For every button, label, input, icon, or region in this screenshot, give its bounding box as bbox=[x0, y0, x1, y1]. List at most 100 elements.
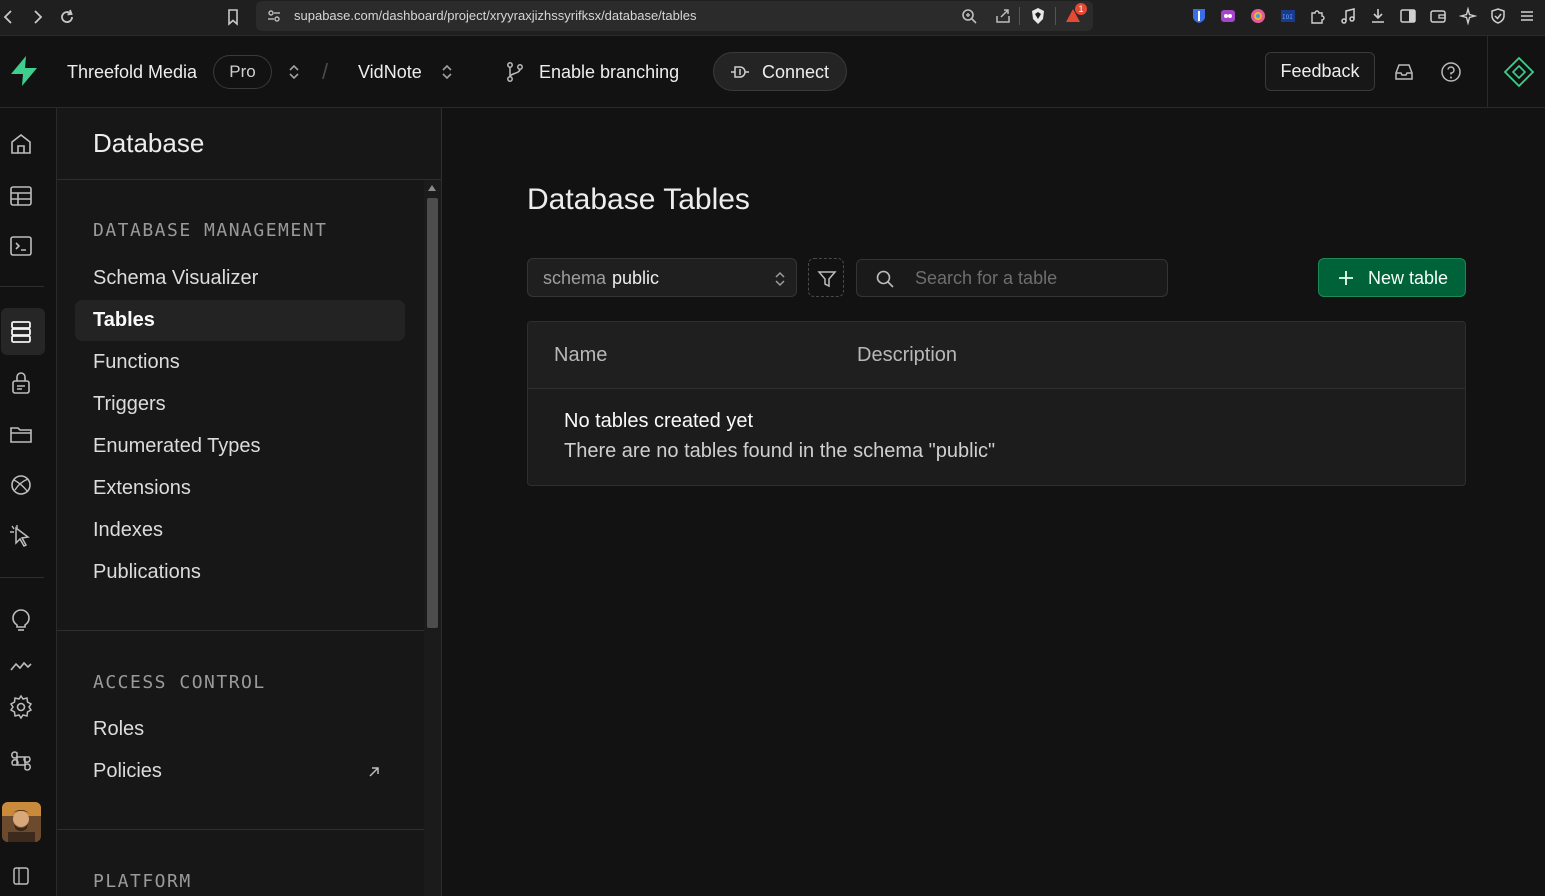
sidebar-item-tables[interactable]: Tables bbox=[75, 300, 405, 341]
sidebar-scrollbar[interactable] bbox=[424, 180, 441, 896]
sidebar-toggle-icon[interactable] bbox=[10, 865, 32, 887]
sidebar-item-label: Functions bbox=[93, 351, 180, 373]
sql-editor-icon[interactable] bbox=[8, 233, 34, 259]
bookmark-icon[interactable] bbox=[224, 8, 242, 26]
new-table-label: New table bbox=[1368, 268, 1449, 288]
search-input[interactable] bbox=[915, 265, 1155, 291]
url-text[interactable]: supabase.com/dashboard/project/xryyraxji… bbox=[294, 8, 696, 23]
leo-ai-icon[interactable] bbox=[1459, 7, 1477, 25]
browser-toolbar: supabase.com/dashboard/project/xryyraxji… bbox=[0, 0, 1545, 36]
download-icon[interactable] bbox=[1369, 7, 1387, 25]
app-header: Threefold Media Pro / VidNote Enable bra… bbox=[0, 36, 1545, 108]
search-field[interactable] bbox=[856, 259, 1168, 297]
section-label-database-management: DATABASE MANAGEMENT bbox=[93, 220, 328, 241]
database-icon[interactable] bbox=[8, 319, 34, 345]
home-icon[interactable] bbox=[8, 131, 34, 157]
sidebar-item-extensions[interactable]: Extensions bbox=[75, 468, 405, 509]
sidebar-header-divider bbox=[57, 179, 442, 180]
help-icon[interactable] bbox=[1440, 61, 1462, 83]
column-header-description: Description bbox=[857, 344, 958, 366]
storage-icon[interactable] bbox=[8, 421, 34, 447]
sidebar-item-label: Schema Visualizer bbox=[93, 267, 259, 289]
edge-functions-icon[interactable] bbox=[8, 523, 34, 549]
sidebar-item-label: Tables bbox=[93, 309, 155, 331]
scroll-up-arrow-icon[interactable] bbox=[428, 185, 436, 191]
sidebar-item-enumerated-types[interactable]: Enumerated Types bbox=[75, 426, 405, 467]
database-sidebar: Database DATABASE MANAGEMENT Schema Visu… bbox=[57, 108, 442, 896]
sidebar-section-divider bbox=[57, 630, 424, 631]
back-icon[interactable] bbox=[0, 8, 18, 26]
table-header: Name Description bbox=[528, 322, 1465, 389]
sidebar-scrollbar-thumb[interactable] bbox=[427, 198, 438, 628]
share-icon[interactable] bbox=[994, 7, 1012, 25]
table-editor-icon[interactable] bbox=[8, 183, 34, 209]
rail-divider bbox=[0, 286, 44, 287]
search-icon bbox=[876, 270, 894, 288]
plan-badge: Pro bbox=[213, 55, 272, 89]
org-name[interactable]: Threefold Media bbox=[67, 62, 197, 83]
zoom-icon[interactable] bbox=[960, 7, 978, 25]
feedback-button[interactable]: Feedback bbox=[1265, 52, 1375, 91]
sidebar-item-triggers[interactable]: Triggers bbox=[75, 384, 405, 425]
sidebar-panel-icon[interactable] bbox=[1399, 7, 1417, 25]
site-settings-icon[interactable] bbox=[266, 8, 282, 24]
schema-selector[interactable]: schema public bbox=[527, 258, 797, 297]
icon-rail bbox=[0, 108, 57, 896]
filter-icon bbox=[817, 271, 837, 288]
bitwarden-icon[interactable] bbox=[1190, 7, 1208, 25]
settings-icon[interactable] bbox=[8, 694, 34, 720]
menu-icon[interactable] bbox=[1518, 7, 1536, 25]
assistant-diamond-icon[interactable] bbox=[1503, 56, 1535, 88]
sidebar-item-schema-visualizer[interactable]: Schema Visualizer bbox=[75, 258, 405, 299]
main-content: Database Tables schema public New table … bbox=[443, 108, 1545, 896]
supabase-logo-icon[interactable] bbox=[7, 54, 41, 88]
enable-branching-button[interactable]: Enable branching bbox=[539, 62, 679, 83]
plug-icon bbox=[731, 66, 749, 78]
sidebar-item-functions[interactable]: Functions bbox=[75, 342, 405, 383]
advisors-icon[interactable] bbox=[8, 608, 34, 634]
wallet-icon[interactable] bbox=[1429, 7, 1447, 25]
reports-icon[interactable] bbox=[8, 653, 34, 679]
command-icon[interactable] bbox=[8, 748, 34, 774]
music-icon[interactable] bbox=[1339, 7, 1357, 25]
sidebar-item-publications[interactable]: Publications bbox=[75, 552, 405, 593]
sidebar-item-indexes[interactable]: Indexes bbox=[75, 510, 405, 551]
connect-button[interactable]: Connect bbox=[713, 52, 847, 91]
auth-icon[interactable] bbox=[8, 370, 34, 396]
realtime-icon[interactable] bbox=[8, 472, 34, 498]
inbox-icon[interactable] bbox=[1393, 61, 1415, 83]
rail-divider bbox=[0, 577, 44, 578]
reload-icon[interactable] bbox=[58, 8, 76, 26]
address-bar[interactable]: supabase.com/dashboard/project/xryyraxji… bbox=[256, 1, 1093, 31]
extensions-puzzle-icon[interactable] bbox=[1308, 7, 1326, 25]
column-header-name: Name bbox=[554, 344, 608, 366]
page-title: Database Tables bbox=[527, 183, 750, 216]
filter-button[interactable] bbox=[808, 258, 844, 297]
extension-icon[interactable]: IOI bbox=[1279, 7, 1297, 25]
external-link-icon bbox=[369, 767, 379, 777]
sidebar-title: Database bbox=[93, 128, 205, 158]
sidebar-item-label: Indexes bbox=[93, 519, 164, 541]
url-divider bbox=[1019, 7, 1020, 25]
empty-state-description: There are no tables found in the schema … bbox=[564, 440, 996, 462]
sidebar-section-divider bbox=[57, 829, 424, 830]
git-branch-icon[interactable] bbox=[505, 61, 525, 83]
section-label-access-control: ACCESS CONTROL bbox=[93, 672, 266, 693]
brave-shield-icon[interactable] bbox=[1029, 7, 1047, 25]
chevrons-up-down-icon bbox=[775, 271, 785, 287]
vpn-shield-icon[interactable] bbox=[1489, 7, 1507, 25]
breadcrumb-separator: / bbox=[322, 59, 329, 84]
schema-selector-key: schema bbox=[543, 268, 607, 288]
project-switcher-chevron-icon[interactable] bbox=[440, 62, 454, 82]
forward-icon[interactable] bbox=[28, 8, 46, 26]
org-switcher-chevron-icon[interactable] bbox=[287, 62, 301, 82]
svg-text:IOI: IOI bbox=[1282, 14, 1293, 21]
sidebar-item-policies[interactable]: Policies bbox=[75, 751, 405, 792]
sidebar-item-roles[interactable]: Roles bbox=[75, 709, 405, 750]
user-avatar[interactable] bbox=[2, 802, 41, 842]
new-table-button[interactable]: New table bbox=[1318, 258, 1466, 297]
extension-icon[interactable] bbox=[1219, 7, 1237, 25]
sidebar-item-label: Extensions bbox=[93, 477, 191, 499]
project-name[interactable]: VidNote bbox=[358, 62, 422, 83]
color-picker-icon[interactable] bbox=[1249, 7, 1267, 25]
